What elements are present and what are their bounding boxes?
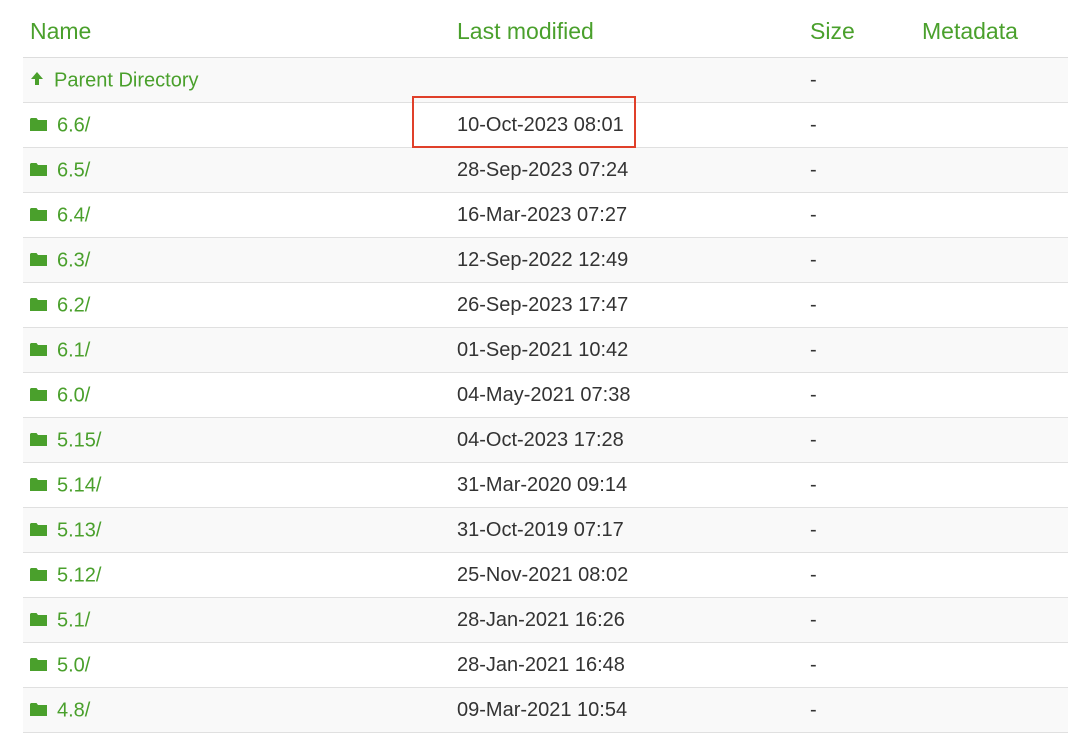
folder-icon [30,567,47,581]
folder-name: 5.1/ [57,609,91,632]
last-modified-cell: 04-Oct-2023 17:28 [457,429,624,451]
arrow-up-icon [31,71,43,85]
parent-directory-label: Parent Directory [54,69,199,92]
table-row: 6.3/12-Sep-2022 12:49 - [23,238,1068,283]
folder-link[interactable]: 5.14/ [30,463,101,508]
folder-icon [30,387,47,401]
table-row: 5.1/28-Jan-2021 16:26 - [23,598,1068,643]
table-row: 6.2/26-Sep-2023 17:47 - [23,283,1068,328]
folder-icon [30,702,47,716]
folder-link[interactable]: 5.13/ [30,508,101,553]
folder-icon [30,612,47,626]
last-modified-cell: 31-Mar-2020 09:14 [457,474,628,496]
header-last-modified[interactable]: Last modified [457,17,594,45]
folder-name: 6.3/ [57,249,91,272]
folder-link[interactable]: 6.3/ [30,238,90,283]
last-modified-cell: 01-Sep-2021 10:42 [457,339,629,361]
folder-name: 5.12/ [57,564,102,587]
last-modified-cell: 28-Sep-2023 07:24 [457,159,629,181]
size-cell: - [810,699,817,721]
last-modified-cell: 10-Oct-2023 08:01 [457,114,624,136]
size-cell: - [810,519,817,541]
folder-link[interactable]: 6.0/ [30,373,90,418]
last-modified-cell: 31-Oct-2019 07:17 [457,519,624,541]
folder-icon [30,432,47,446]
folder-link[interactable]: 4.8/ [30,688,90,733]
folder-name: 5.0/ [57,654,91,677]
folder-name: 5.15/ [57,429,102,452]
header-name[interactable]: Name [30,17,91,45]
size-cell: - [810,474,817,496]
folder-link[interactable]: 6.2/ [30,283,90,328]
folder-name: 6.1/ [57,339,91,362]
table-row: 5.14/31-Mar-2020 09:14 - [23,463,1068,508]
table-row: 6.0/04-May-2021 07:38 - [23,373,1068,418]
header-metadata[interactable]: Metadata [922,17,1018,45]
folder-link[interactable]: 6.4/ [30,193,90,238]
size-cell: - [810,249,817,271]
folder-icon [30,207,47,221]
last-modified-cell: 25-Nov-2021 08:02 [457,564,629,586]
folder-link[interactable]: 5.0/ [30,643,90,688]
parent-directory-link[interactable]: Parent Directory [30,58,199,103]
folder-link[interactable]: 6.6/ [30,103,90,148]
size-cell: - [810,204,817,226]
table-row: 5.15/04-Oct-2023 17:28 - [23,418,1068,463]
folder-link[interactable]: 5.15/ [30,418,101,463]
folder-name: 6.5/ [57,159,91,182]
size-cell: - [810,429,817,451]
size-cell: - [810,114,817,136]
size-cell: - [810,654,817,676]
folder-name: 4.8/ [57,699,91,722]
table-row: 6.6/10-Oct-2023 08:01 - [23,103,1068,148]
parent-directory-row: Parent Directory - [23,58,1068,103]
folder-name: 6.2/ [57,294,91,317]
last-modified-cell: 28-Jan-2021 16:48 [457,654,625,676]
table-row: 5.13/31-Oct-2019 07:17 - [23,508,1068,553]
folder-icon [30,342,47,356]
last-modified-cell: 28-Jan-2021 16:26 [457,609,625,631]
folder-icon [30,117,47,131]
folder-name: 5.13/ [57,519,102,542]
entry-list: 6.6/10-Oct-2023 08:01-6.5/28-Sep-2023 07… [23,103,1068,733]
size-cell: - [810,564,817,586]
folder-link[interactable]: 6.1/ [30,328,90,373]
table-header: Name Last modified Size Metadata [23,0,1068,58]
folder-icon [30,657,47,671]
last-modified-cell: 26-Sep-2023 17:47 [457,294,629,316]
folder-link[interactable]: 5.12/ [30,553,101,598]
folder-icon [30,252,47,266]
parent-size: - [810,69,817,91]
size-cell: - [810,339,817,361]
size-cell: - [810,294,817,316]
folder-name: 6.0/ [57,384,91,407]
folder-name: 6.4/ [57,204,91,227]
directory-listing: Name Last modified Size Metadata Parent … [23,0,1068,733]
table-row: 5.0/28-Jan-2021 16:48 - [23,643,1068,688]
folder-icon [30,522,47,536]
table-row: 4.8/09-Mar-2021 10:54 - [23,688,1068,733]
last-modified-cell: 04-May-2021 07:38 [457,384,631,406]
size-cell: - [810,384,817,406]
last-modified-cell: 12-Sep-2022 12:49 [457,249,629,271]
folder-link[interactable]: 6.5/ [30,148,90,193]
folder-name: 5.14/ [57,474,102,497]
folder-name: 6.6/ [57,114,91,137]
last-modified-cell: 09-Mar-2021 10:54 [457,699,628,721]
size-cell: - [810,609,817,631]
table-row: 6.1/01-Sep-2021 10:42 - [23,328,1068,373]
table-row: 5.12/25-Nov-2021 08:02 - [23,553,1068,598]
last-modified-cell: 16-Mar-2023 07:27 [457,204,628,226]
size-cell: - [810,159,817,181]
folder-icon [30,477,47,491]
folder-icon [30,297,47,311]
folder-link[interactable]: 5.1/ [30,598,90,643]
table-row: 6.5/28-Sep-2023 07:24 - [23,148,1068,193]
header-size[interactable]: Size [810,17,855,45]
table-row: 6.4/16-Mar-2023 07:27 - [23,193,1068,238]
folder-icon [30,162,47,176]
